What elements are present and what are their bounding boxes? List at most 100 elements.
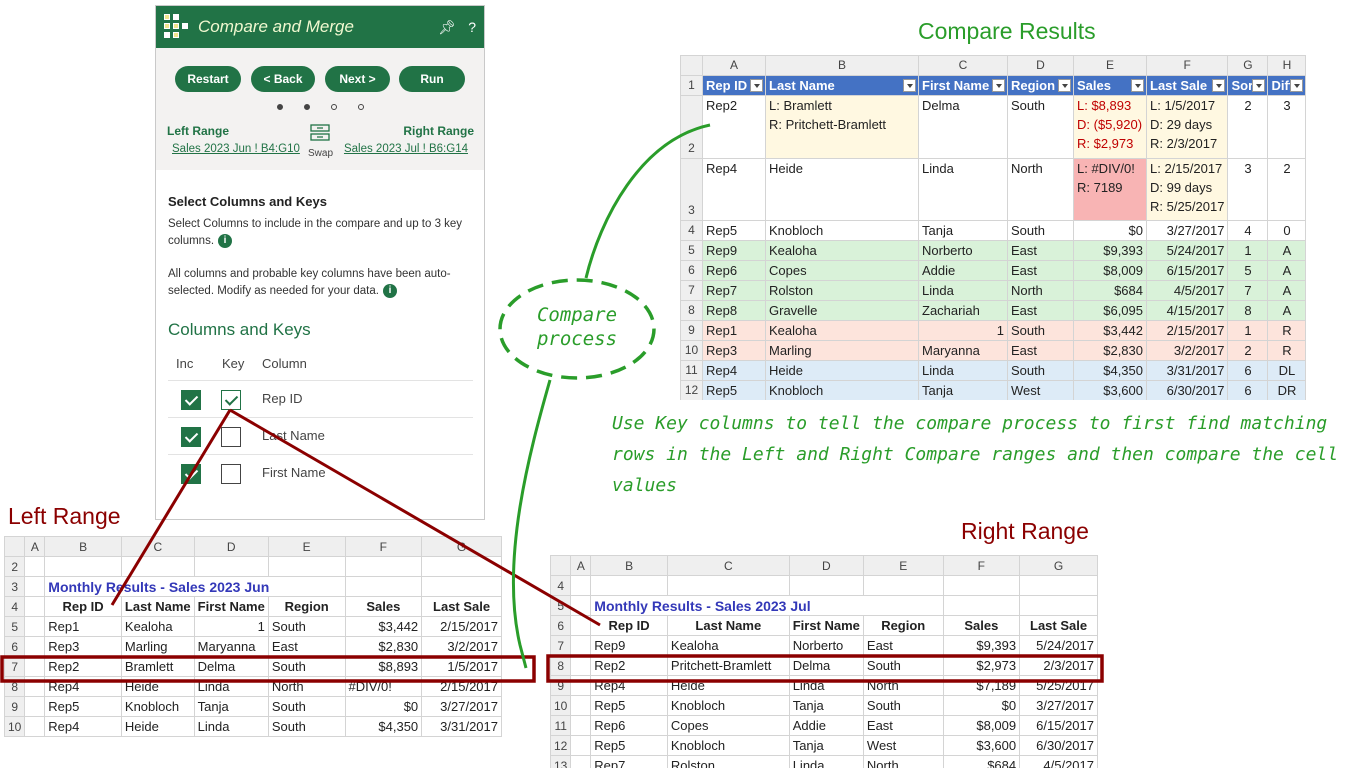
cell[interactable]: $684 [1073, 280, 1147, 301]
row-number[interactable]: 6 [680, 260, 703, 281]
cell[interactable]: Gravelle [765, 300, 919, 321]
corner-cell[interactable] [680, 55, 703, 76]
cell[interactable]: $2,973 [942, 655, 1021, 676]
row-number[interactable]: 11 [680, 360, 703, 381]
cell[interactable]: Rep4 [44, 676, 122, 697]
cell[interactable]: $0 [1073, 220, 1147, 241]
cell[interactable]: 0 [1267, 220, 1307, 241]
cell[interactable]: $3,600 [1073, 380, 1147, 400]
header-cell[interactable]: Rep ID [702, 75, 766, 96]
cell[interactable]: 5/24/2017 [1145, 240, 1229, 261]
cell[interactable]: L: 2/15/2017 D: 99 days R: 5/25/2017 [1145, 158, 1229, 221]
restart-button[interactable]: Restart [175, 66, 241, 92]
cell[interactable]: Delma [193, 656, 269, 677]
cell[interactable]: 4/15/2017 [1145, 300, 1229, 321]
row-number[interactable]: 8 [4, 676, 26, 697]
cell[interactable]: East [862, 635, 944, 656]
cell[interactable]: Rep5 [702, 380, 766, 400]
include-checkbox[interactable] [181, 390, 201, 410]
cell[interactable]: South [267, 616, 346, 637]
cell[interactable]: $6,095 [1073, 300, 1147, 321]
header-cell[interactable]: Last Name [120, 596, 195, 617]
cell[interactable]: $9,393 [942, 635, 1021, 656]
cell[interactable]: $2,830 [344, 636, 423, 657]
row-number[interactable]: 4 [4, 596, 26, 617]
filter-dropdown-icon[interactable] [992, 79, 1005, 92]
cell[interactable]: Delma [788, 655, 864, 676]
cell[interactable]: $3,442 [1073, 320, 1147, 341]
cell[interactable]: Marling [765, 340, 919, 361]
row-number[interactable]: 12 [550, 735, 572, 756]
key-checkbox[interactable] [221, 390, 241, 410]
cell[interactable]: 1/5/2017 [421, 656, 502, 677]
row-number[interactable]: 6 [4, 636, 26, 657]
cell[interactable]: 6/15/2017 [1145, 260, 1229, 281]
cell[interactable]: Knobloch [666, 735, 790, 756]
cell[interactable]: Rep5 [590, 695, 668, 716]
header-cell[interactable]: First Name [918, 75, 1008, 96]
row-number[interactable]: 2 [680, 95, 703, 159]
col-letter[interactable]: G [421, 536, 502, 557]
cell[interactable]: Knobloch [765, 380, 919, 400]
cell[interactable]: 3/27/2017 [1019, 695, 1098, 716]
cell[interactable]: Bramlett [120, 656, 195, 677]
cell[interactable]: Knobloch [120, 696, 195, 717]
corner-cell[interactable] [4, 536, 26, 557]
cell[interactable]: $3,600 [942, 735, 1021, 756]
cell[interactable]: Rep2 [44, 656, 122, 677]
cell[interactable]: Tanja [918, 380, 1008, 400]
cell[interactable]: Rep7 [590, 755, 668, 768]
header-cell[interactable]: Region [862, 615, 944, 636]
header-cell[interactable]: Sales [942, 615, 1021, 636]
col-letter[interactable]: G [1227, 55, 1269, 76]
row-number[interactable]: 4 [550, 575, 572, 596]
left-range-link[interactable]: Sales 2023 Jun ! B4:G10 [172, 143, 300, 155]
cell[interactable]: Pritchett-Bramlett [666, 655, 790, 676]
cell[interactable]: Tanja [788, 735, 864, 756]
col-letter[interactable]: A [24, 536, 46, 557]
cell[interactable]: Rep3 [702, 340, 766, 361]
cell[interactable]: Linda [193, 676, 269, 697]
cell[interactable]: Norberto [918, 240, 1008, 261]
cell[interactable]: Knobloch [765, 220, 919, 241]
cell[interactable]: #DIV/0! [344, 676, 423, 697]
back-button[interactable]: < Back [251, 66, 315, 92]
row-number[interactable]: 1 [680, 75, 703, 96]
col-letter[interactable]: A [702, 55, 766, 76]
header-cell[interactable]: Last Name [666, 615, 790, 636]
header-cell[interactable]: Region [1007, 75, 1074, 96]
cell[interactable]: Rep4 [44, 716, 122, 737]
cell[interactable]: Rep9 [702, 240, 766, 261]
header-cell[interactable]: Rep ID [44, 596, 122, 617]
cell[interactable]: 1 [1227, 240, 1269, 261]
row-number[interactable]: 13 [550, 755, 572, 768]
col-letter[interactable]: E [1073, 55, 1147, 76]
cell[interactable]: $8,893 [344, 656, 423, 677]
col-letter[interactable]: F [1145, 55, 1229, 76]
cell[interactable]: 2 [1227, 95, 1269, 159]
cell[interactable]: 3/31/2017 [421, 716, 502, 737]
col-letter[interactable]: B [590, 555, 668, 576]
row-number[interactable]: 8 [550, 655, 572, 676]
cell[interactable]: Kealoha [765, 320, 919, 341]
cell[interactable]: North [862, 675, 944, 696]
cell[interactable]: A [1267, 280, 1307, 301]
header-cell[interactable]: Last Name [765, 75, 919, 96]
sheet-title[interactable]: Monthly Results - Sales 2023 Jul [590, 595, 944, 616]
col-letter[interactable]: D [1007, 55, 1074, 76]
cell[interactable]: South [862, 695, 944, 716]
cell[interactable]: Linda [193, 716, 269, 737]
header-cell[interactable]: Last Sale [421, 596, 502, 617]
cell[interactable]: South [1007, 95, 1074, 159]
cell[interactable]: Marling [120, 636, 195, 657]
header-cell[interactable]: Last Sale [1019, 615, 1098, 636]
cell[interactable]: East [1007, 240, 1074, 261]
cell[interactable]: Rep1 [44, 616, 122, 637]
col-letter[interactable]: E [267, 536, 346, 557]
cell[interactable]: Rep4 [702, 158, 766, 221]
cell[interactable]: 6 [1227, 360, 1269, 381]
header-cell[interactable]: First Name [788, 615, 864, 636]
cell[interactable]: Rep2 [702, 95, 766, 159]
cell[interactable]: Rep1 [702, 320, 766, 341]
row-number[interactable]: 4 [680, 220, 703, 241]
